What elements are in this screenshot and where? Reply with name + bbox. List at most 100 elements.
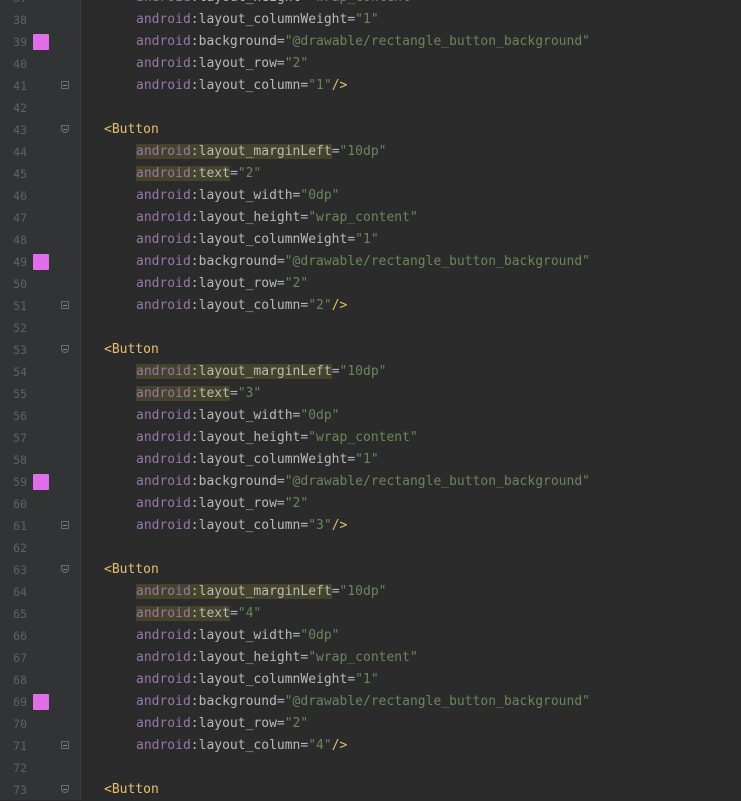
namespace-separator: : <box>190 430 199 445</box>
fold-marker-icon[interactable] <box>61 565 69 573</box>
code-line[interactable]: 39 android:background="@drawable/rectangl… <box>0 31 741 53</box>
line-number: 51 <box>13 299 27 313</box>
attribute-name: android:background <box>136 254 277 269</box>
code-line[interactable]: 37 android:layout_height="wrap_content" <box>0 0 741 9</box>
code-line[interactable]: 58 android:layout_columnWeight="1" <box>0 449 741 471</box>
code-line[interactable]: 73 <Button <box>0 779 741 801</box>
code-line[interactable]: 54 android:layout_marginLeft="10dp" <box>0 361 741 383</box>
equals-sign: = <box>347 672 356 687</box>
attribute-name: android:layout_columnWeight <box>136 232 347 247</box>
equals-sign: = <box>347 12 356 27</box>
code-line[interactable]: 65 android:text="4" <box>0 603 741 625</box>
fold-marker-icon[interactable] <box>61 301 69 309</box>
code-line[interactable]: 42 <box>0 97 741 119</box>
code-line[interactable]: 53 <Button <box>0 339 741 361</box>
code-line[interactable]: 67 android:layout_height="wrap_content" <box>0 647 741 669</box>
fold-marker-icon[interactable] <box>61 785 69 793</box>
code-line[interactable]: 57 android:layout_height="wrap_content" <box>0 427 741 449</box>
attribute-value: "wrap_content" <box>308 210 418 225</box>
code-text: android:layout_width="0dp" <box>136 625 340 647</box>
code-text: android:background="@drawable/rectangle_… <box>136 251 590 273</box>
attribute-value: "2" <box>284 276 309 291</box>
line-number: 42 <box>13 101 27 115</box>
color-swatch-icon[interactable] <box>33 474 49 490</box>
attribute-name: android:layout_row <box>136 56 277 71</box>
equals-sign: = <box>276 254 285 269</box>
code-line[interactable]: 62 <box>0 537 741 559</box>
code-line[interactable]: 68 android:layout_columnWeight="1" <box>0 669 741 691</box>
fold-marker-icon[interactable] <box>61 741 69 749</box>
attribute-namespace: android <box>136 408 191 423</box>
code-line[interactable]: 51 android:layout_column="2"/> <box>0 295 741 317</box>
fold-marker-icon[interactable] <box>61 345 69 353</box>
attribute-name: android:layout_columnWeight <box>136 672 347 687</box>
attribute-namespace: android <box>136 672 191 687</box>
attribute-name: android:layout_marginLeft <box>136 144 332 159</box>
code-line[interactable]: 40 android:layout_row="2" <box>0 53 741 75</box>
color-swatch-icon[interactable] <box>33 694 49 710</box>
fold-marker-icon[interactable] <box>61 125 69 133</box>
equals-sign: = <box>276 496 285 511</box>
line-number: 52 <box>13 321 27 335</box>
code-line[interactable]: 66 android:layout_width="0dp" <box>0 625 741 647</box>
code-line[interactable]: 46 android:layout_width="0dp" <box>0 185 741 207</box>
code-editor[interactable]: 37android:layout_height="wrap_content"38… <box>0 0 741 800</box>
line-number: 56 <box>13 409 27 423</box>
line-number: 73 <box>13 783 27 797</box>
attribute-value: "4" <box>308 738 332 753</box>
code-line[interactable]: 44 android:layout_marginLeft="10dp" <box>0 141 741 163</box>
code-line[interactable]: 49 android:background="@drawable/rectangl… <box>0 251 741 273</box>
fold-marker-icon[interactable] <box>61 81 69 89</box>
code-line[interactable]: 72 <box>0 757 741 779</box>
line-number: 60 <box>13 497 27 511</box>
namespace-separator: : <box>190 298 199 313</box>
code-line[interactable]: 47 android:layout_height="wrap_content" <box>0 207 741 229</box>
code-line[interactable]: 52 <box>0 317 741 339</box>
code-line[interactable]: 64 android:layout_marginLeft="10dp" <box>0 581 741 603</box>
color-swatch-icon[interactable] <box>33 34 49 50</box>
code-line[interactable]: 61 android:layout_column="3"/> <box>0 515 741 537</box>
code-line[interactable]: 63 <Button <box>0 559 741 581</box>
attribute-key: text <box>198 166 230 181</box>
code-line[interactable]: 55 android:text="3" <box>0 383 741 405</box>
code-line[interactable]: 43 <Button <box>0 119 741 141</box>
equals-sign: = <box>331 144 340 159</box>
color-swatch-icon[interactable] <box>33 254 49 270</box>
code-line[interactable]: 50 android:layout_row="2" <box>0 273 741 295</box>
code-line[interactable]: 69 android:background="@drawable/rectangl… <box>0 691 741 713</box>
code-line[interactable]: 38 android:layout_columnWeight="1" <box>0 9 741 31</box>
attribute-name: android:text <box>136 386 230 401</box>
line-number: 64 <box>13 585 27 599</box>
attribute-key: layout_columnWeight <box>198 12 348 27</box>
attribute-value: "0dp" <box>300 408 340 423</box>
code-line[interactable]: 56 android:layout_width="0dp" <box>0 405 741 427</box>
attribute-value: "4" <box>237 606 262 621</box>
attribute-value: "1" <box>308 78 332 93</box>
attribute-name: android:text <box>136 606 230 621</box>
attribute-name: android:layout_column <box>136 518 300 533</box>
code-line[interactable]: 48 android:layout_columnWeight="1" <box>0 229 741 251</box>
attribute-name: android:text <box>136 166 230 181</box>
attribute-namespace: android <box>136 34 191 49</box>
attribute-name: android:layout_marginLeft <box>136 584 332 599</box>
namespace-separator: : <box>190 364 199 379</box>
code-text: android:layout_row="2" <box>136 53 308 75</box>
fold-marker-icon[interactable] <box>61 521 69 529</box>
attribute-value: "1" <box>355 452 379 467</box>
code-line[interactable]: 45 android:text="2" <box>0 163 741 185</box>
attribute-namespace: android <box>136 298 191 313</box>
attribute-value: "@drawable/rectangle_button_background" <box>284 474 590 489</box>
line-number: 40 <box>13 57 27 71</box>
code-line[interactable]: 59 android:background="@drawable/rectangl… <box>0 471 741 493</box>
code-line[interactable]: 71 android:layout_column="4"/> <box>0 735 741 757</box>
line-number: 47 <box>13 211 27 225</box>
code-line[interactable]: 60 android:layout_row="2" <box>0 493 741 515</box>
namespace-separator: : <box>190 56 199 71</box>
attribute-key: layout_width <box>198 628 293 643</box>
code-line[interactable]: 41 android:layout_column="1"/> <box>0 75 741 97</box>
attribute-name: android:layout_height <box>136 650 300 665</box>
attribute-namespace: android <box>136 738 191 753</box>
code-line[interactable]: 70 android:layout_row="2" <box>0 713 741 735</box>
code-lines[interactable]: 37android:layout_height="wrap_content"38… <box>0 0 741 801</box>
line-number: 49 <box>13 255 27 269</box>
